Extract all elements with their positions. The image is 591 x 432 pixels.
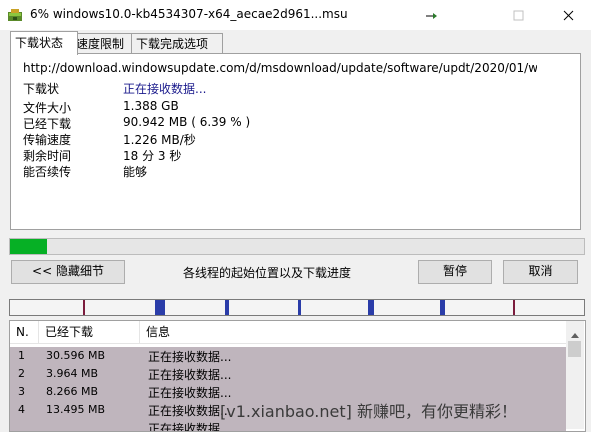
scrollbar-thumb[interactable] xyxy=(568,341,581,357)
cancel-button[interactable]: 取消 xyxy=(503,260,578,284)
column-header-downloaded[interactable]: 已经下载 xyxy=(38,321,139,343)
segment-progress xyxy=(298,300,301,315)
segment-boundary xyxy=(83,300,85,315)
row-number: 1 xyxy=(18,349,25,362)
transfer-rate-label: 传输速度 xyxy=(23,133,72,147)
segment-progress xyxy=(440,300,445,315)
progress-fill xyxy=(10,239,47,254)
tab-download-status[interactable]: 下载状态 xyxy=(10,31,78,55)
tab-speed-limit[interactable]: 速度限制 xyxy=(71,33,139,54)
thread-segment-map xyxy=(9,299,585,316)
close-button[interactable] xyxy=(545,0,591,30)
scroll-up-icon[interactable] xyxy=(571,327,579,341)
maximize-button[interactable] xyxy=(495,0,541,30)
segment-progress xyxy=(155,300,165,315)
downloaded-label: 已经下载 xyxy=(23,117,72,131)
row-info: 正在接收数据... xyxy=(148,422,232,432)
row-downloaded: 8.266 MB xyxy=(46,385,99,398)
idm-app-icon xyxy=(7,8,23,22)
file-size-label: 文件大小 xyxy=(23,101,72,115)
row-number: 4 xyxy=(18,403,25,416)
watermark: [v1.xianbao.net] 新赚吧，有你更精彩！ xyxy=(220,402,517,421)
status-value: 正在接收数据... xyxy=(123,82,207,96)
row-number: 2 xyxy=(18,367,25,380)
segment-progress xyxy=(368,300,374,315)
transfer-rate-value: 1.226 MB/秒 xyxy=(123,133,196,147)
window-title: 6% windows10.0-kb4534307-x64_aecae2d961.… xyxy=(30,7,348,21)
row-downloaded: 13.495 MB xyxy=(46,403,106,416)
column-header-n[interactable]: N. xyxy=(10,321,38,343)
row-info: 正在接收数据... xyxy=(148,386,232,400)
column-header-info[interactable]: 信息 xyxy=(139,321,566,343)
row-info: 正在接收数据... xyxy=(148,350,232,364)
download-progress-bar xyxy=(9,238,585,255)
minimize-button[interactable] xyxy=(408,0,454,30)
resume-value: 能够 xyxy=(123,165,148,179)
maximize-icon xyxy=(513,10,524,21)
minimize-icon xyxy=(426,13,437,19)
status-panel: http://download.windowsupdate.com/d/msdo… xyxy=(10,53,581,230)
time-left-label: 剩余时间 xyxy=(23,149,72,163)
row-downloaded: 3.964 MB xyxy=(46,367,99,380)
status-label: 下载状 xyxy=(23,82,60,96)
segments-caption: 各线程的起始位置以及下载进度 xyxy=(183,266,352,280)
table-scrollbar[interactable] xyxy=(566,321,584,429)
table-row[interactable]: 1 30.596 MB 正在接收数据... xyxy=(10,347,566,365)
close-icon xyxy=(563,10,574,21)
row-number: 3 xyxy=(18,385,25,398)
pause-button[interactable]: 暂停 xyxy=(418,260,492,284)
segment-boundary xyxy=(513,300,515,315)
resume-label: 能否续传 xyxy=(23,165,72,179)
row-info: 正在接收数据... xyxy=(148,368,232,382)
row-info: 正在接收数据... xyxy=(148,404,232,418)
time-left-value: 18 分 3 秒 xyxy=(123,149,182,163)
hide-details-button[interactable]: << 隐藏细节 xyxy=(11,260,125,284)
table-header: N. 已经下载 信息 xyxy=(10,321,566,344)
table-row[interactable]: 2 3.964 MB 正在接收数据... xyxy=(10,365,566,383)
file-size-value: 1.388 GB xyxy=(123,99,179,113)
downloaded-value: 90.942 MB ( 6.39 % ) xyxy=(123,115,251,129)
title-bar: 6% windows10.0-kb4534307-x64_aecae2d961.… xyxy=(0,0,591,30)
download-url: http://download.windowsupdate.com/d/msdo… xyxy=(23,61,537,75)
segment-progress xyxy=(225,300,229,315)
tab-completion-options[interactable]: 下载完成选项 xyxy=(131,33,223,54)
row-downloaded: 30.596 MB xyxy=(46,349,106,362)
